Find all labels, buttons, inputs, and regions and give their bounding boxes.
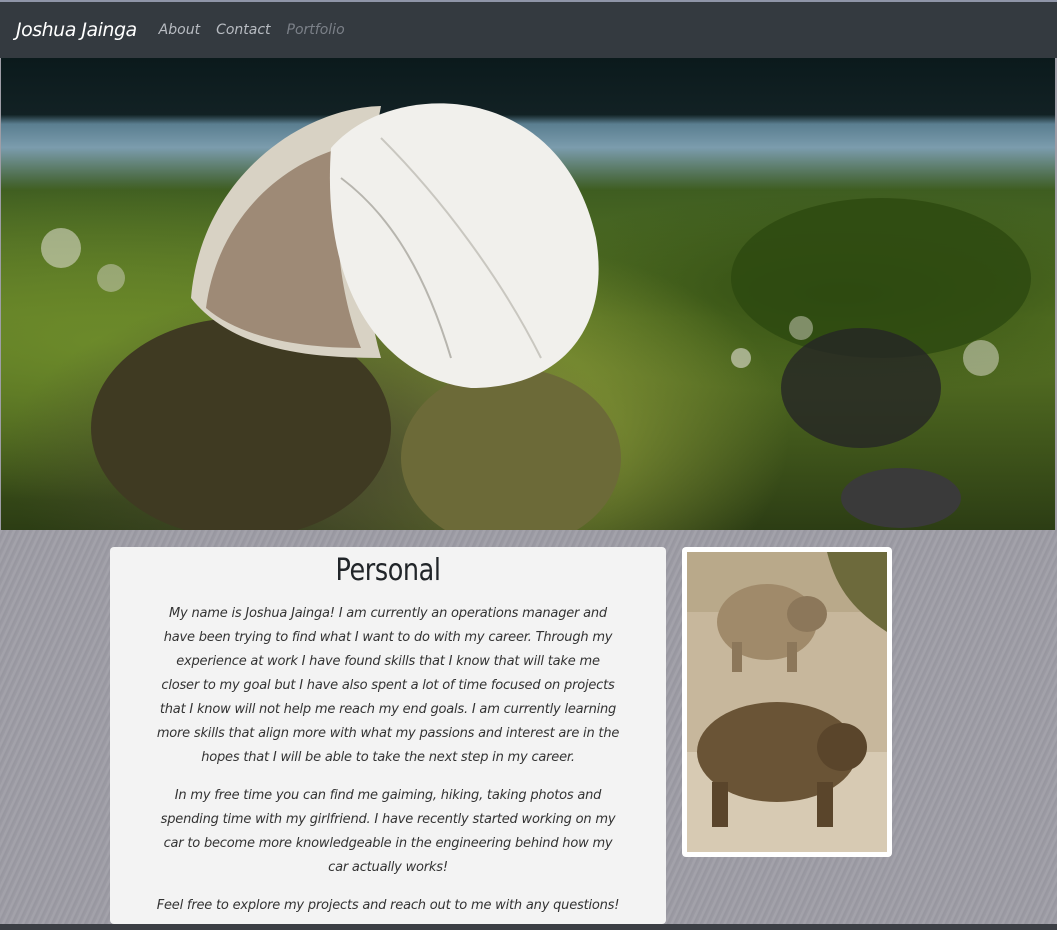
personal-title: Personal <box>335 553 441 588</box>
personal-paragraph-intro: My name is Joshua Jainga! I am currently… <box>156 606 620 765</box>
profile-photo-frame <box>682 547 892 857</box>
bears-photo <box>687 552 887 852</box>
personal-card: Personal My name is Joshua Jainga! I am … <box>110 547 666 924</box>
nav-link-contact[interactable]: Contact <box>216 22 270 38</box>
hero-image <box>1 58 1055 530</box>
nav-link-about[interactable]: About <box>159 22 200 38</box>
personal-paragraph-contact: Feel free to explore my projects and rea… <box>156 898 620 913</box>
navbar: Joshua Jainga About Contact Portfolio <box>0 2 1057 58</box>
personal-paragraph-free-time: In my free time you can find me gaiming,… <box>160 788 616 875</box>
seashell-on-rocks-photo <box>41 103 1031 530</box>
bottom-border <box>0 924 1057 930</box>
brand-link[interactable]: Joshua Jainga <box>16 19 137 41</box>
nav-link-portfolio[interactable]: Portfolio <box>287 22 345 38</box>
